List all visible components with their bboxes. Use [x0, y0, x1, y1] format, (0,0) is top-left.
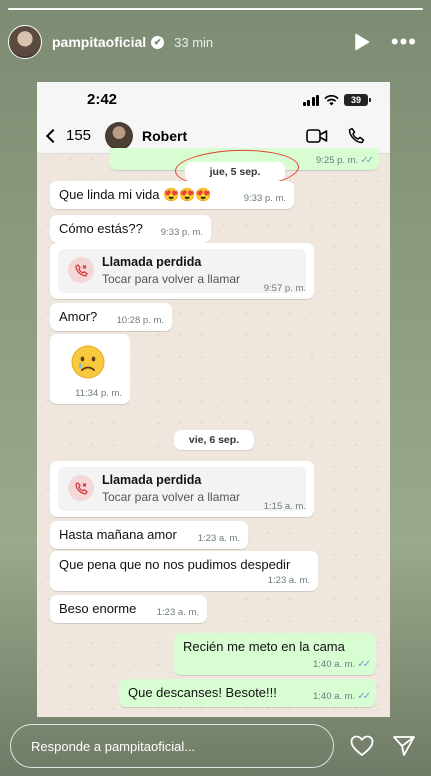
message-text: Beso enorme: [59, 601, 137, 616]
wifi-icon: [324, 94, 339, 106]
missed-call-message[interactable]: Llamada perdida Tocar para volver a llam…: [50, 243, 314, 299]
message-emoji[interactable]: 11:34 p. m.: [50, 334, 130, 404]
message-text: Hasta mañana amor: [59, 527, 177, 542]
voice-call-icon[interactable]: [348, 127, 365, 149]
message-time: 1:23 a. m.: [156, 607, 199, 618]
message-incoming[interactable]: Amor? 10:28 p. m.: [50, 303, 172, 331]
message-text: Que descanses! Besote!!!: [128, 685, 277, 700]
message-time: 1:15 a. m.: [263, 501, 306, 512]
more-options-icon[interactable]: •••: [391, 31, 417, 53]
heart-icon[interactable]: [350, 735, 374, 762]
message-time: 9:33 p. m.: [243, 193, 286, 204]
crying-face-emoji: [70, 344, 106, 380]
status-time: 2:42: [87, 91, 118, 108]
message-outgoing[interactable]: Que descanses! Besote!!! 1:40 a. m. ✓✓: [119, 679, 376, 707]
reply-placeholder: Responde a pampitaoficial...: [31, 739, 196, 754]
message-text: Amor?: [59, 309, 98, 324]
play-icon[interactable]: [351, 31, 373, 53]
message-incoming[interactable]: Beso enorme 1:23 a. m.: [50, 595, 207, 623]
contact-name[interactable]: Robert: [142, 128, 187, 144]
contact-avatar[interactable]: [105, 122, 133, 150]
story-timestamp: 33 min: [174, 34, 214, 50]
chat-screenshot: 2:42 39 155 Robert 9:25 p. m. ✓✓ jue, 5 …: [37, 82, 390, 717]
unread-count: 155: [66, 127, 92, 144]
message-incoming[interactable]: Hasta mañana amor 1:23 a. m.: [50, 521, 248, 549]
message-incoming[interactable]: Que linda mi vida 😍😍😍 9:33 p. m.: [50, 181, 294, 209]
verified-badge-icon: ✔: [151, 35, 165, 49]
message-text: Que pena que no nos pudimos despedir: [59, 557, 291, 572]
message-text: Recién me meto en la cama: [183, 639, 345, 654]
status-icons: 39: [302, 94, 371, 106]
missed-call-title: Llamada perdida: [102, 255, 202, 269]
message-incoming[interactable]: Cómo estás?? 9:33 p. m.: [50, 215, 211, 243]
missed-call-title: Llamada perdida: [102, 473, 202, 487]
message-text: Que linda mi vida 😍😍😍: [59, 187, 212, 202]
missed-call-subtitle: Tocar para volver a llamar: [102, 272, 241, 286]
message-time: 9:57 p. m.: [263, 283, 306, 294]
story-username[interactable]: pampitaoficial: [52, 34, 146, 50]
message-incoming[interactable]: Que pena que no nos pudimos despedir 1:2…: [50, 551, 318, 591]
chevron-left-icon: [45, 128, 61, 144]
battery-icon: 39: [344, 94, 371, 106]
reply-input[interactable]: Responde a pampitaoficial...: [10, 724, 334, 768]
missed-call-subtitle: Tocar para volver a llamar: [102, 490, 241, 504]
message-outgoing[interactable]: Recién me meto en la cama 1:40 a. m. ✓✓: [174, 633, 376, 675]
message-time: 1:23 a. m.: [197, 533, 240, 544]
progress-segment: [8, 8, 423, 10]
message-time: 1:23 a. m.: [267, 575, 310, 586]
message-time: 9:25 p. m. ✓✓: [315, 155, 374, 166]
send-icon[interactable]: [392, 735, 416, 762]
back-button[interactable]: 155: [45, 127, 92, 144]
story-header: pampitaoficial ✔ 33 min •••: [8, 24, 423, 60]
missed-call-message[interactable]: Llamada perdida Tocar para volver a llam…: [50, 461, 314, 517]
avatar[interactable]: [8, 25, 42, 59]
missed-call-icon: [68, 257, 94, 283]
message-time: 1:40 a. m. ✓✓: [312, 659, 371, 670]
message-time: 11:34 p. m.: [75, 388, 122, 399]
video-call-icon[interactable]: [306, 128, 328, 149]
missed-call-icon: [68, 475, 94, 501]
signal-icon: [302, 94, 319, 106]
message-time: 10:28 p. m.: [116, 315, 164, 326]
date-separator: vie, 6 sep.: [174, 430, 254, 450]
ios-status-bar: 2:42 39: [37, 82, 390, 118]
message-time: 9:33 p. m.: [160, 227, 203, 238]
message-text: Cómo estás??: [59, 221, 143, 236]
story-progress-bar: [8, 8, 423, 11]
message-time: 1:40 a. m. ✓✓: [312, 691, 371, 702]
